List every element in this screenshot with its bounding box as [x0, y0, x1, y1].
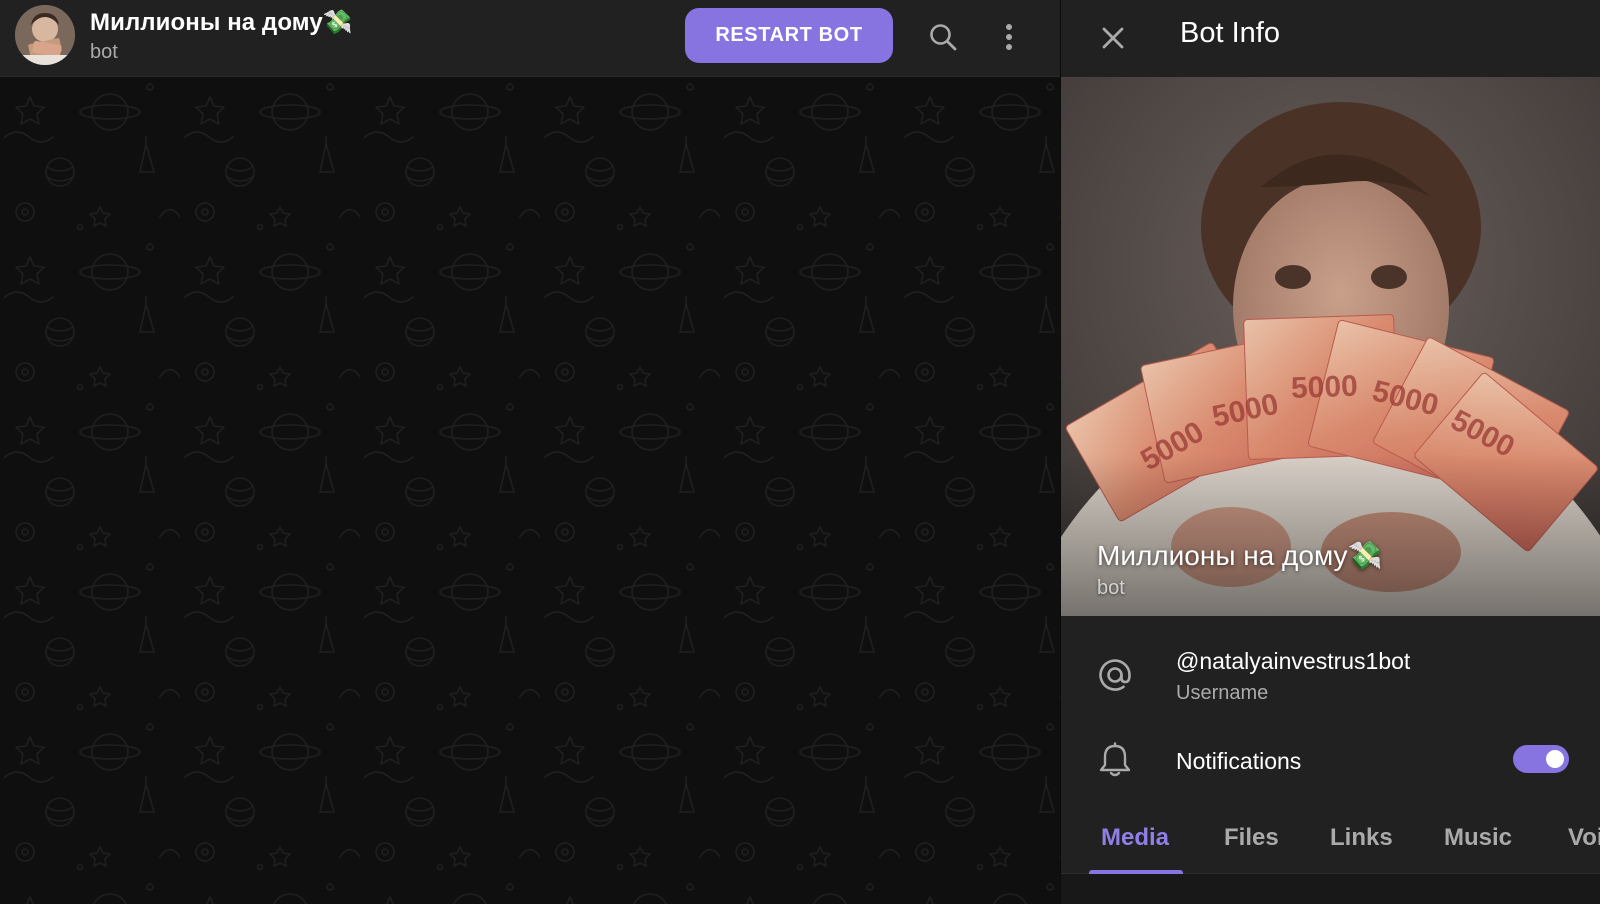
profile-name: Миллионы на дому💸 [1097, 540, 1383, 571]
username-value[interactable]: @natalyainvestrus1bot [1176, 648, 1410, 675]
chat-pane: Миллионы на дому💸 bot RESTART BOT [0, 0, 1060, 904]
username-label: Username [1176, 682, 1269, 704]
notifications-label: Notifications [1176, 748, 1302, 774]
bell-icon [1093, 738, 1137, 782]
chat-wallpaper-pattern [0, 77, 1060, 904]
more-vertical-icon [1006, 24, 1012, 50]
profile-subtitle: bot [1097, 577, 1125, 599]
toggle-knob [1544, 748, 1566, 770]
search-icon [930, 24, 957, 51]
close-icon [1102, 27, 1124, 49]
username-row[interactable]: @natalyainvestrus1bot Username [1061, 640, 1600, 712]
media-content-area [1061, 874, 1600, 904]
tab-media[interactable]: Media [1101, 824, 1169, 852]
profile-photo-image: 5000 5000 5000 5000 5000 [1061, 77, 1600, 616]
tab-music[interactable]: Music [1444, 824, 1512, 852]
restart-bot-button[interactable]: RESTART BOT [685, 8, 893, 63]
panel-title: Bot Info [1180, 17, 1280, 49]
tab-files[interactable]: Files [1224, 824, 1279, 852]
chat-subtitle: bot [90, 41, 118, 63]
tab-voice[interactable]: Voi [1568, 824, 1600, 852]
search-button[interactable] [918, 12, 968, 62]
info-header: Bot Info [1061, 0, 1600, 77]
close-button[interactable] [1088, 13, 1138, 63]
chat-header: Миллионы на дому💸 bot RESTART BOT [0, 0, 1060, 77]
bot-info-panel: Bot Info Миллионы на дому💸 bot @natalyai… [1060, 0, 1600, 904]
shared-media-tabs: Media Files Links Music Voi [1061, 810, 1600, 874]
avatar[interactable] [15, 5, 75, 65]
at-icon [1093, 653, 1137, 697]
notifications-toggle[interactable] [1513, 745, 1569, 773]
chat-title[interactable]: Миллионы на дому💸 [90, 8, 353, 37]
more-options-button[interactable] [984, 12, 1034, 62]
profile-photo[interactable]: 5000 5000 5000 5000 5000 Миллионы на дом… [1061, 77, 1600, 616]
tab-links[interactable]: Links [1330, 824, 1393, 852]
